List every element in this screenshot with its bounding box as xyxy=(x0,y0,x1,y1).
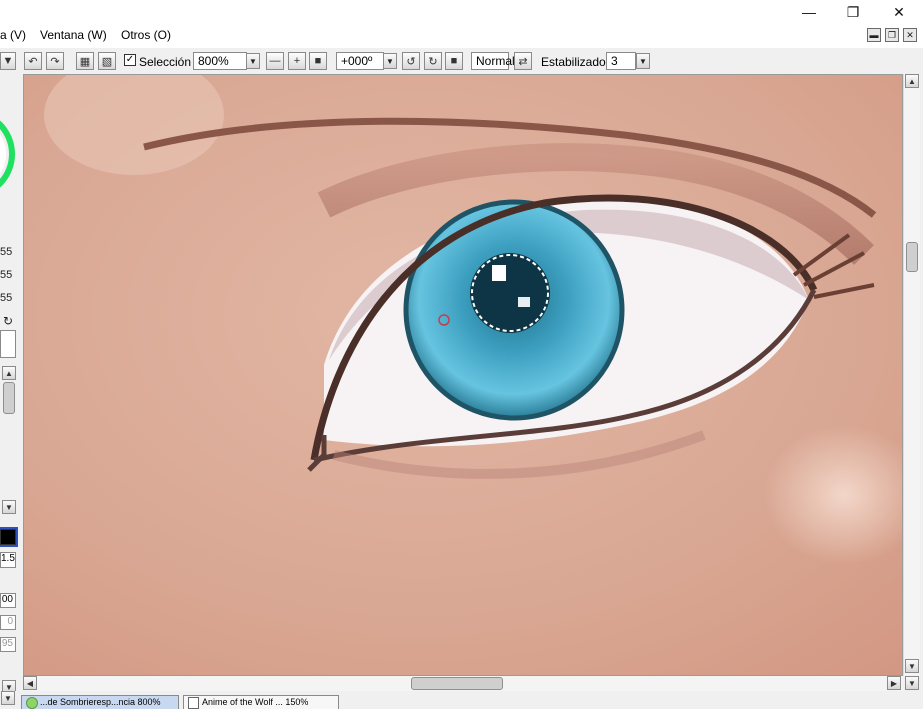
left-tool-panel: 55 55 55 ↻ ▲ ▼ 1.5 00 0 95 ▼ xyxy=(0,74,19,694)
horizontal-scrollbar[interactable]: ◀ ▶ xyxy=(23,676,903,691)
color-value-g: 55 xyxy=(0,269,13,281)
blend-mode-field[interactable]: Normal xyxy=(471,52,515,70)
zoom-dropdown-icon[interactable]: ▼ xyxy=(246,53,260,69)
color-value-r: 55 xyxy=(0,246,13,258)
swap-colors-icon[interactable]: ↻ xyxy=(3,314,13,328)
color-swatch-box[interactable] xyxy=(0,330,16,358)
panel-scroll-thumb[interactable] xyxy=(3,382,15,414)
min-size-field[interactable]: 0 xyxy=(0,615,16,630)
rotate-left-button[interactable]: ↺ xyxy=(402,52,420,70)
eye-artwork xyxy=(24,75,902,675)
stabilizer-label: Estabilizador xyxy=(541,55,610,69)
menu-item-window[interactable]: Ventana (W) xyxy=(40,28,107,42)
color-wheel[interactable] xyxy=(0,94,19,214)
selection-checkbox[interactable]: ✓ xyxy=(124,54,136,66)
panel-scroll-up-icon[interactable]: ▲ xyxy=(2,366,16,380)
rotation-reset-button[interactable]: ■ xyxy=(445,52,463,70)
panel-scroll-down-icon[interactable]: ▼ xyxy=(2,500,16,514)
redo-button[interactable]: ↷ xyxy=(46,52,64,70)
panel-dropdown-icon[interactable]: ▼ xyxy=(0,52,16,70)
scroll-up-icon[interactable]: ▲ xyxy=(905,74,919,88)
tab-label: ...de Sombrieresp...ncia 800% xyxy=(40,697,161,707)
extra-field[interactable]: 95 xyxy=(0,637,16,652)
tab-list-dropdown-icon[interactable]: ▼ xyxy=(1,691,15,705)
drawing-canvas[interactable] xyxy=(23,74,903,676)
zoom-field[interactable]: 800% xyxy=(193,52,247,70)
title-bar: — ❐ ✕ xyxy=(0,0,923,24)
invert-selection-button[interactable]: ▧ xyxy=(98,52,116,70)
color-value-b: 55 xyxy=(0,292,13,304)
rotation-dropdown-icon[interactable]: ▼ xyxy=(383,53,397,69)
corner-dropdown-icon[interactable]: ▼ xyxy=(905,676,919,690)
document-tab-bar: ▼ ...de Sombrieresp...ncia 800% Anime of… xyxy=(0,691,923,709)
stabilizer-dropdown-icon[interactable]: ▼ xyxy=(636,53,650,69)
scroll-down-icon[interactable]: ▼ xyxy=(905,659,919,673)
stabilizer-field[interactable]: 3 xyxy=(606,52,636,70)
undo-button[interactable]: ↶ xyxy=(24,52,42,70)
vertical-scroll-thumb[interactable] xyxy=(906,242,918,272)
rotation-field[interactable]: +000º xyxy=(336,52,384,70)
minimize-button[interactable]: — xyxy=(786,0,832,24)
deselect-button[interactable]: ▦ xyxy=(76,52,94,70)
document-icon xyxy=(188,697,199,709)
menu-item-others[interactable]: Otros (O) xyxy=(121,28,171,42)
restore-button[interactable]: ❐ xyxy=(830,0,876,24)
close-button[interactable]: ✕ xyxy=(876,0,922,24)
vertical-scrollbar[interactable]: ▲ ▼ xyxy=(903,74,920,676)
zoom-reset-button[interactable]: ■ xyxy=(309,52,327,70)
brush-color-swatch[interactable] xyxy=(0,527,18,547)
zoom-out-button[interactable]: — xyxy=(266,52,284,70)
scroll-left-icon[interactable]: ◀ xyxy=(23,676,37,690)
menu-bar: a (V) Ventana (W) Otros (O) xyxy=(0,24,923,48)
scroll-right-icon[interactable]: ▶ xyxy=(887,676,901,690)
horizontal-scroll-thumb[interactable] xyxy=(411,677,503,690)
rotate-right-button[interactable]: ↻ xyxy=(424,52,442,70)
mdi-minimize-button[interactable]: ▬ xyxy=(867,28,881,42)
brush-size-field[interactable]: 1.5 xyxy=(0,552,16,568)
document-icon xyxy=(26,697,38,709)
tab-label: Anime of the Wolf ... 150% xyxy=(202,697,309,707)
mdi-close-button[interactable]: ✕ xyxy=(903,28,917,42)
toolbar: ▼ ↶ ↷ ▦ ▧ ✓ Selección 800% ▼ — + ■ +000º… xyxy=(0,48,923,74)
density-field[interactable]: 00 xyxy=(0,593,16,608)
menu-item-view[interactable]: a (V) xyxy=(0,28,26,42)
mdi-restore-button[interactable]: ❐ xyxy=(885,28,899,42)
zoom-in-button[interactable]: + xyxy=(288,52,306,70)
tab-document-2[interactable]: Anime of the Wolf ... 150% xyxy=(183,695,339,709)
selection-label: Selección xyxy=(139,55,192,69)
tab-document-1[interactable]: ...de Sombrieresp...ncia 800% xyxy=(21,695,179,709)
flip-horizontal-button[interactable]: ⇄ xyxy=(514,52,532,70)
